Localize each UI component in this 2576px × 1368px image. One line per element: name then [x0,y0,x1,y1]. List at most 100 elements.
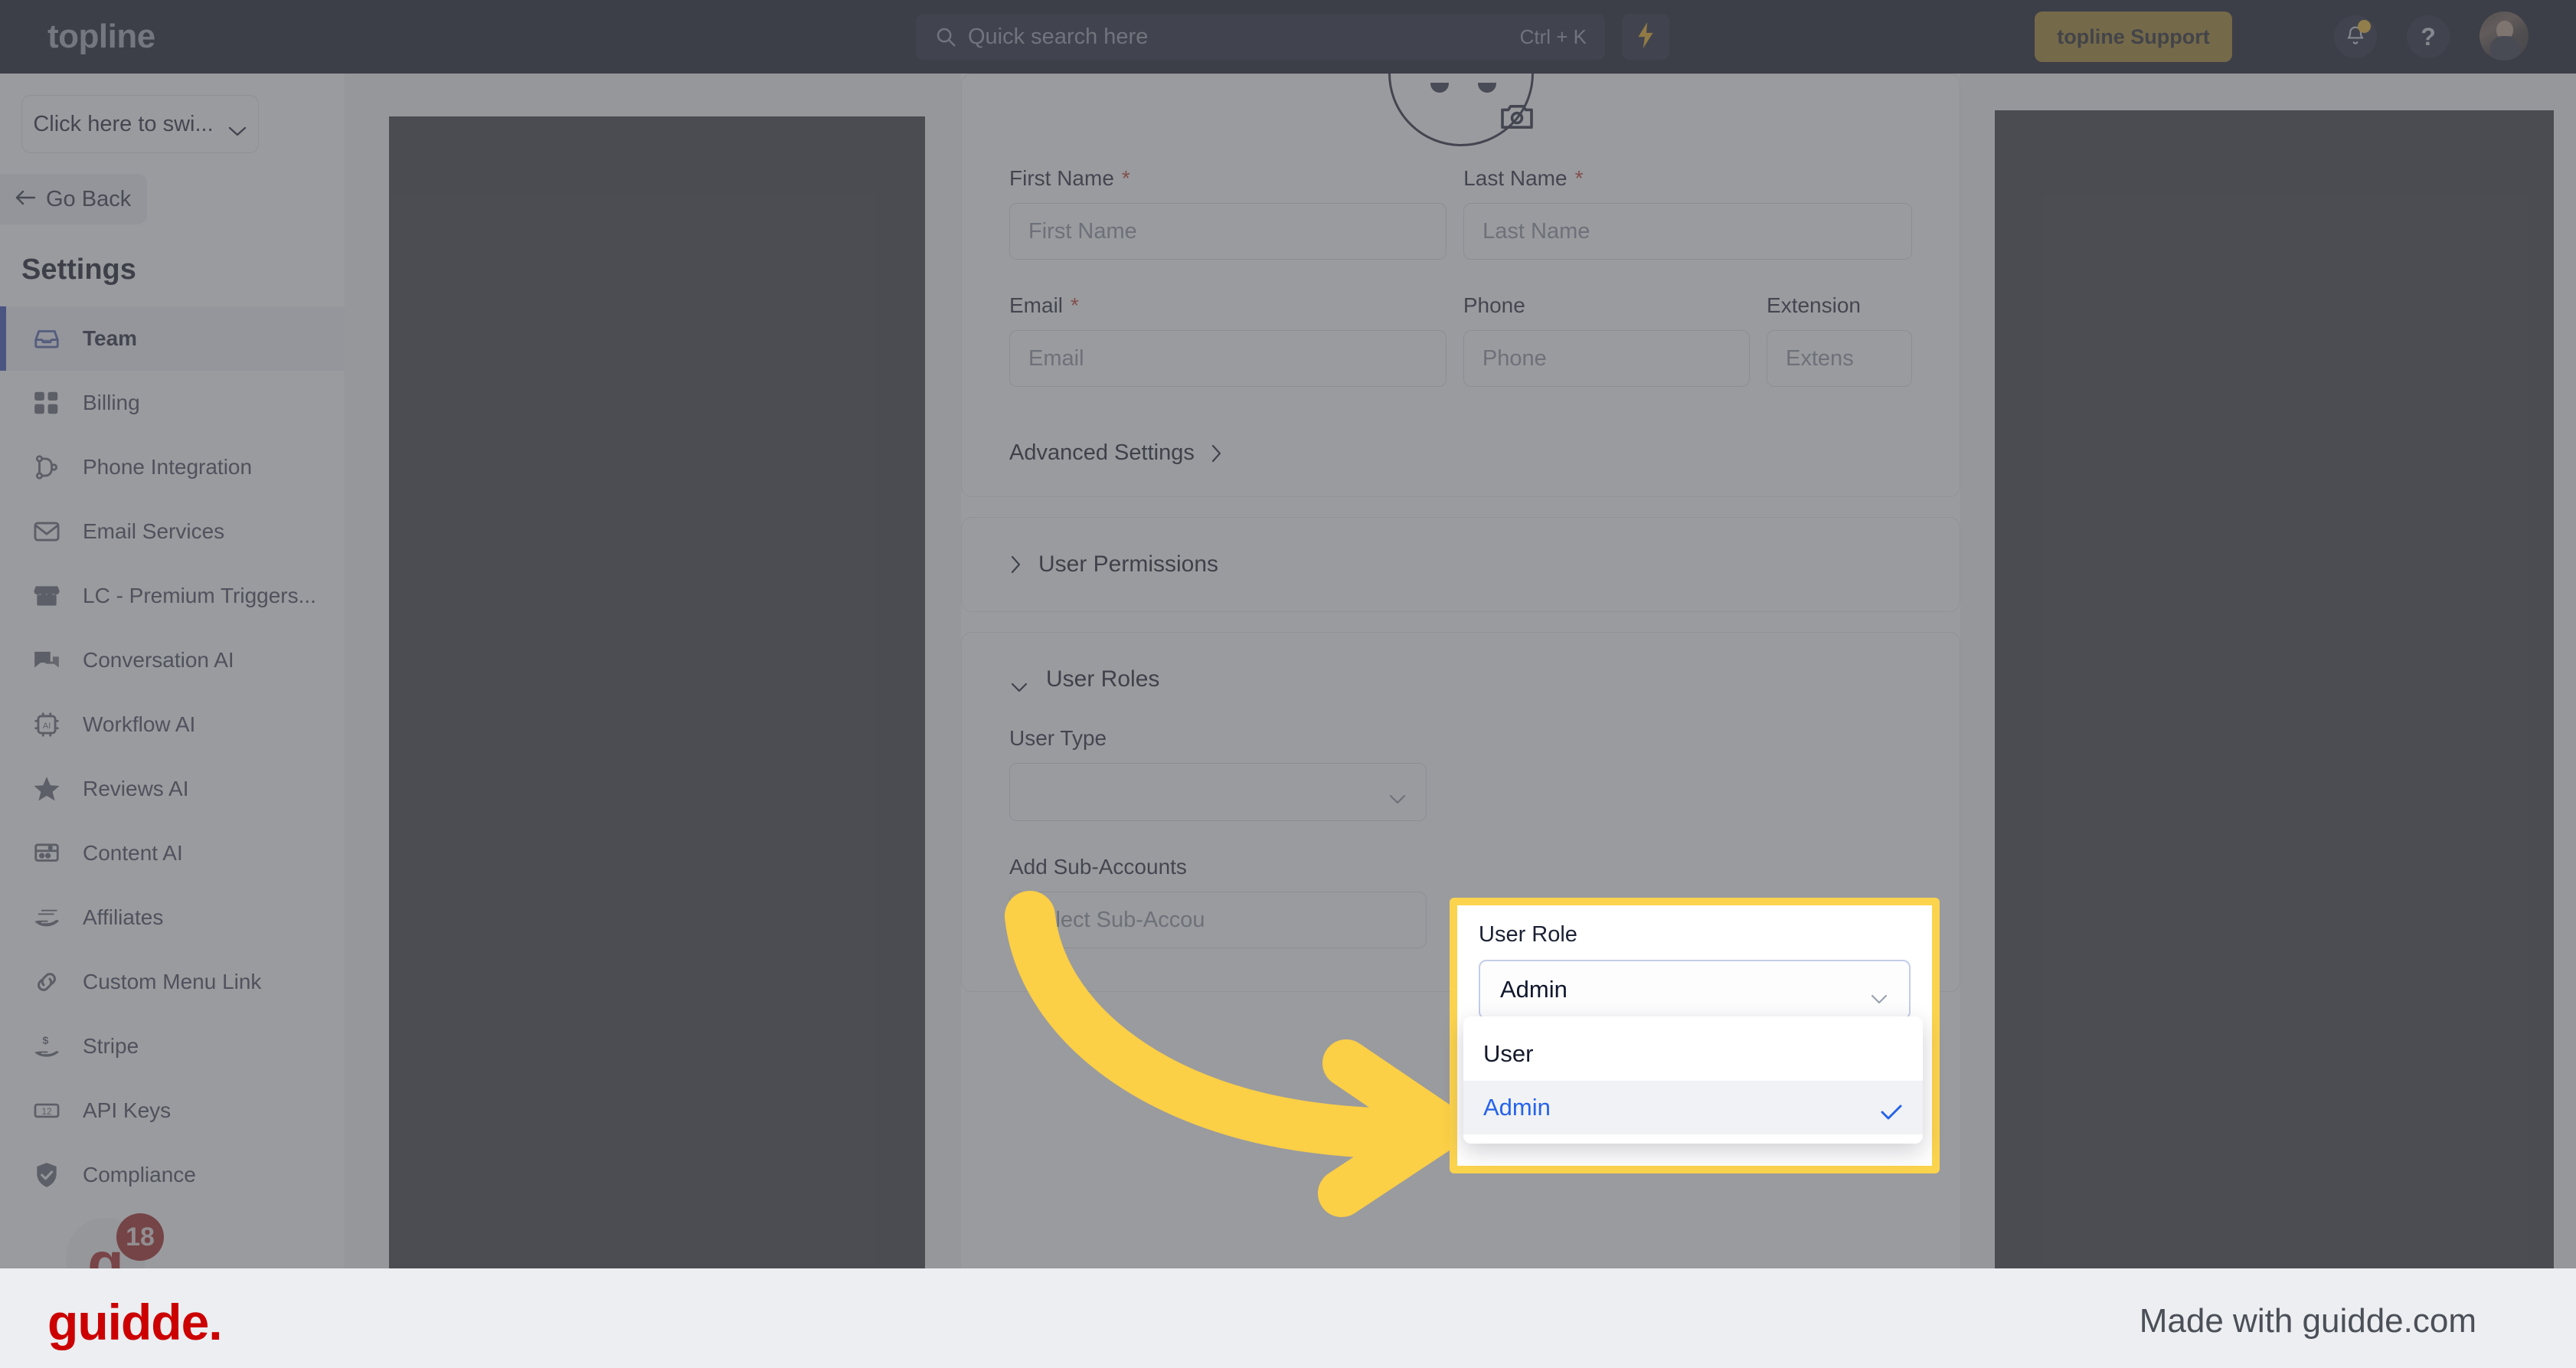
email-label: Email * [1009,293,1079,317]
backdrop-left-panel [389,116,925,1268]
extension-input[interactable]: Extens [1767,330,1912,387]
hand-dollar-icon: $ [32,1032,61,1061]
avatar-placeholder-eye-right [1477,83,1496,93]
add-sub-accounts-label: Add Sub-Accounts [1009,855,1187,879]
last-name-field: Last Name * Last Name [1463,166,1912,260]
email-field: Email * Email [1009,293,1447,387]
sidebar-item-label: Phone Integration [83,455,253,479]
user-role-option-user[interactable]: User [1463,1027,1923,1081]
svg-text:12: 12 [41,1106,51,1117]
first-name-input[interactable]: First Name [1009,203,1447,260]
sidebar-item-label: Content AI [83,841,183,865]
handshake-icon [32,903,61,932]
sidebar-item-workflow-ai[interactable]: AI Workflow AI [0,692,345,757]
branch-nodes-icon [32,453,61,482]
role-selectors-row: User Type [1009,726,1912,821]
search-shortcut: Ctrl + K [1519,25,1587,48]
svg-text:AI: AI [43,722,51,731]
sidebar-item-content-ai[interactable]: Content AI [0,821,345,885]
sidebar-item-label: Reviews AI [83,777,189,800]
user-role-field-placeholder [1456,726,1873,821]
sidebar-item-billing[interactable]: Billing [0,371,345,435]
sidebar-item-label: Email Services [83,519,225,543]
star-icon [32,774,61,803]
user-type-select[interactable] [1009,763,1427,821]
last-name-label: Last Name * [1463,166,1584,190]
guidde-footer: guidde. Made with guidde.com [0,1268,2576,1368]
user-permissions-label: User Permissions [1038,551,1219,577]
calculator-icon [32,388,61,417]
notifications-button[interactable] [2334,15,2377,58]
user-type-label: User Type [1009,726,1107,750]
search-input[interactable]: Quick search here Ctrl + K [916,14,1605,60]
camera-icon[interactable] [1499,101,1535,130]
backdrop-right-panel [1995,110,2554,1268]
profile-form: First Name * First Name Last Name * Last… [962,166,1960,421]
profile-card: First Name * First Name Last Name * Last… [961,1,1960,497]
user-avatar[interactable] [2480,11,2529,61]
extension-label: Extension [1767,293,1861,317]
quick-actions-button[interactable] [1622,14,1669,60]
notification-badge-dot [2358,20,2371,33]
required-asterisk: * [1574,166,1584,190]
support-button[interactable]: topline Support [2035,11,2232,62]
switch-account-button[interactable]: Click here to swi... [21,95,259,153]
guidde-logo: guidde. [47,1294,223,1350]
user-role-option-admin[interactable]: Admin [1463,1081,1923,1134]
help-button[interactable]: ? [2407,15,2450,58]
sidebar-item-custom-menu-link[interactable]: Custom Menu Link [0,950,345,1014]
shield-check-icon [32,1160,61,1190]
top-header: topline Quick search here Ctrl + K topli… [0,0,2576,74]
go-back-button[interactable]: Go Back [0,174,147,224]
chevron-down-icon [227,118,247,136]
sidebar-item-affiliates[interactable]: Affiliates [0,885,345,950]
name-row: First Name * First Name Last Name * Last… [1009,166,1912,260]
chevron-down-icon [1388,786,1407,804]
svg-text:$: $ [42,1035,48,1047]
sidebar-item-api-keys[interactable]: 12 API Keys [0,1078,345,1143]
chevron-right-icon [1009,555,1022,574]
sidebar-item-label: Affiliates [83,905,164,929]
chevron-down-icon [1009,673,1029,692]
user-roles-toggle[interactable]: User Roles [962,633,1960,726]
content-board-icon [32,839,61,868]
required-asterisk: * [1071,293,1079,317]
email-input[interactable]: Email [1009,330,1447,387]
sidebar-item-lc-premium-triggers[interactable]: LC - Premium Triggers... [0,564,345,628]
key-number-icon: 12 [32,1096,61,1125]
guidde-widget-badge: 18 [116,1213,164,1261]
required-asterisk: * [1121,166,1130,190]
sidebar-item-team[interactable]: Team [0,306,345,371]
sidebar-item-reviews-ai[interactable]: Reviews AI [0,757,345,821]
user-permissions-toggle[interactable]: User Permissions [962,518,1960,611]
option-label: Admin [1483,1094,1551,1121]
search-icon [934,25,957,48]
app-root: topline Quick search here Ctrl + K topli… [0,0,2576,1368]
sidebar-item-phone-integration[interactable]: Phone Integration [0,435,345,499]
lightning-bolt-icon [1636,21,1656,52]
chevron-right-icon [1210,443,1222,463]
advanced-settings-toggle[interactable]: Advanced Settings [962,421,1960,496]
app-logo: topline [47,18,155,55]
last-name-input[interactable]: Last Name [1463,203,1912,260]
add-sub-accounts-input[interactable]: Select Sub-Accou [1009,892,1427,948]
extension-field: Extension Extens [1767,293,1912,387]
sidebar-item-email-services[interactable]: Email Services [0,499,345,564]
switch-account-label: Click here to swi... [33,111,214,136]
user-role-group: User Role Admin [1457,905,1932,1019]
user-role-select[interactable]: Admin [1479,960,1911,1019]
user-type-field: User Type [1009,726,1427,821]
search-placeholder: Quick search here [968,24,1149,49]
sidebar-item-conversation-ai[interactable]: Conversation AI [0,628,345,692]
user-role-selected-value: Admin [1500,976,1568,1003]
sidebar-item-label: Compliance [83,1163,196,1186]
question-mark-icon: ? [2421,23,2436,51]
sidebar-item-label: Workflow AI [83,712,196,736]
phone-input[interactable]: Phone [1463,330,1751,387]
sidebar-item-stripe[interactable]: $ Stripe [0,1014,345,1078]
sidebar-item-compliance[interactable]: Compliance [0,1143,345,1207]
phone-field: Phone Phone [1463,293,1751,387]
sidebar-item-label: Stripe [83,1034,139,1058]
go-back-label: Go Back [46,186,132,211]
sidebar-item-label: Team [83,326,138,350]
